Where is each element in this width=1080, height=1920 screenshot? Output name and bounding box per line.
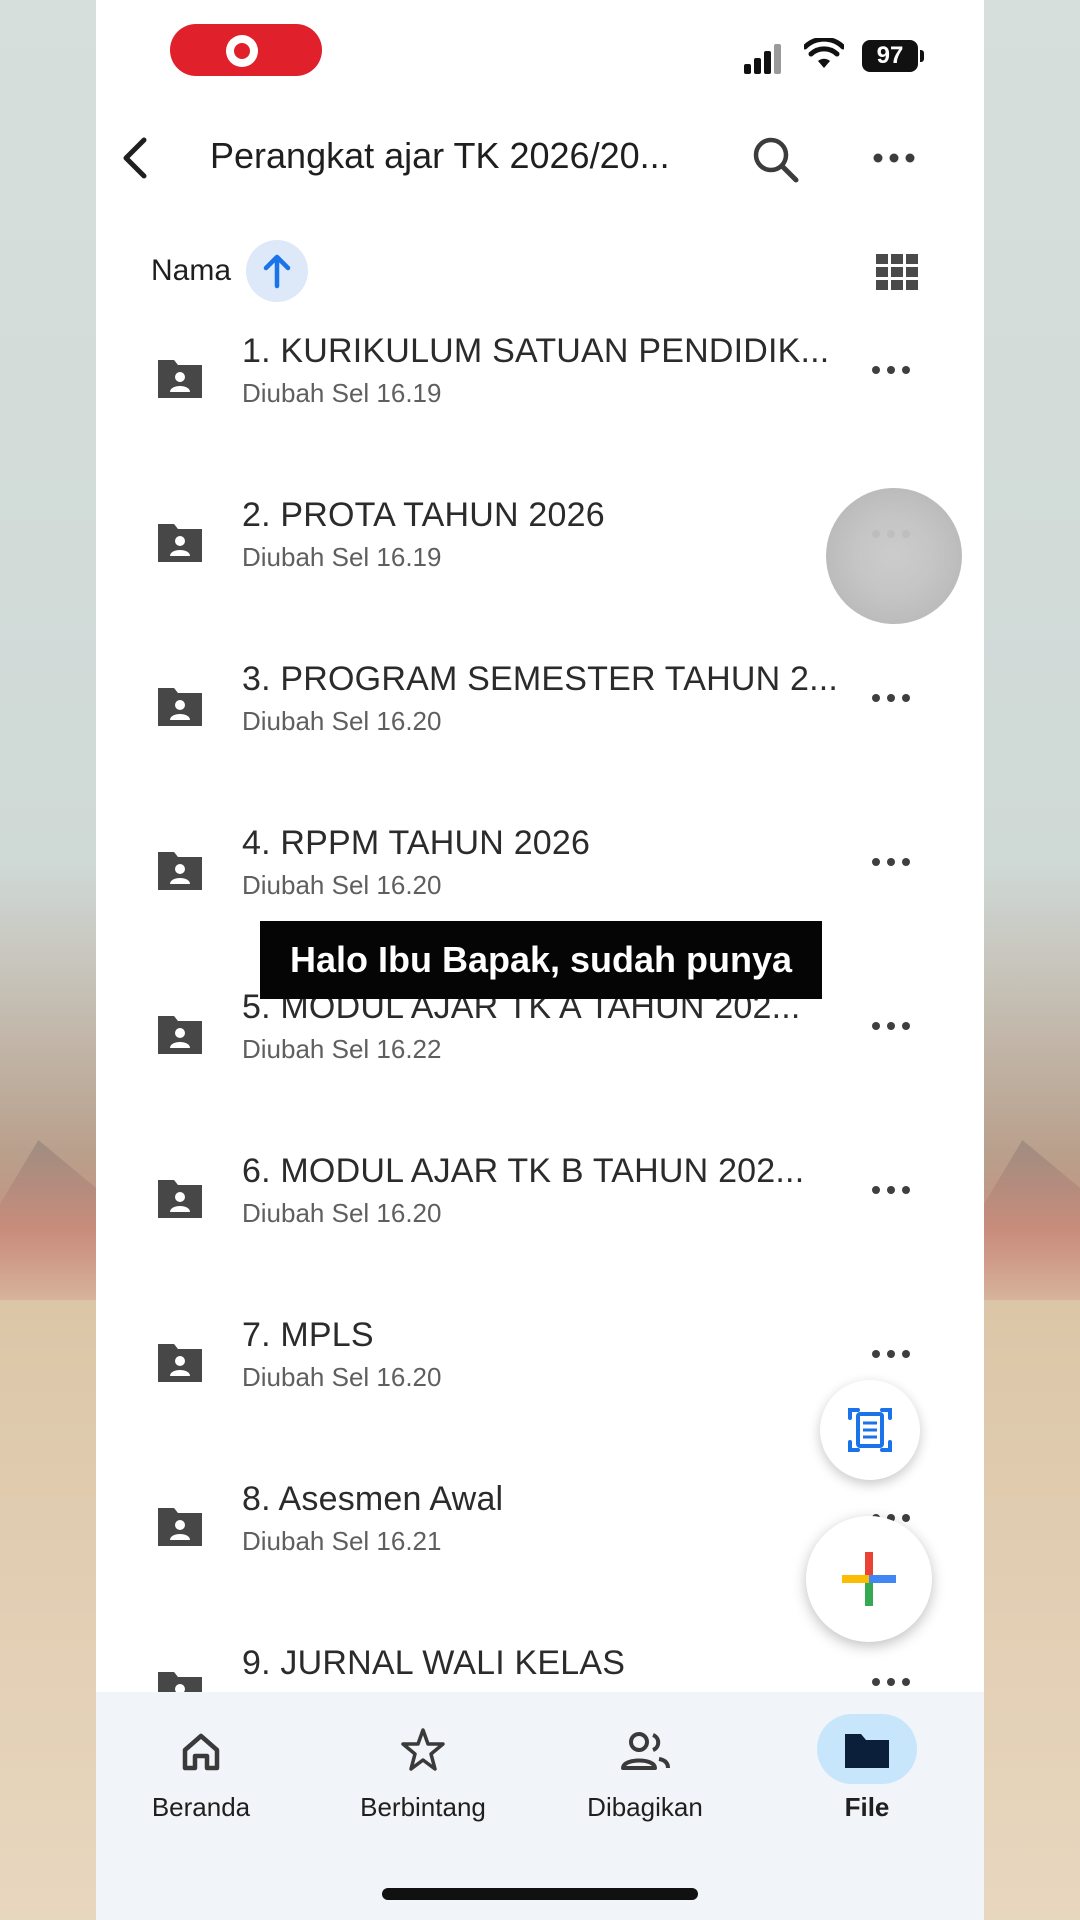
search-icon[interactable] xyxy=(746,130,806,190)
item-more-icon[interactable] xyxy=(866,1338,916,1368)
file-name: 4. RPPM TAHUN 2026 xyxy=(242,824,591,862)
more-options-icon[interactable] xyxy=(864,138,924,178)
bottom-navigation: Beranda Berbintang Dibagikan File xyxy=(96,1692,984,1920)
shared-folder-icon xyxy=(158,1508,202,1546)
arrow-up-icon xyxy=(263,254,291,289)
drive-app-screen: 97 Perangkat ajar TK 2026/20... Nama 1. … xyxy=(96,0,984,1920)
shared-folder-icon xyxy=(158,1344,202,1382)
sort-direction-button[interactable] xyxy=(246,240,308,302)
file-row[interactable]: 3. PROGRAM SEMESTER TAHUN 2... Diubah Sel… xyxy=(96,646,984,810)
sort-label[interactable]: Nama xyxy=(151,254,231,288)
shared-folder-icon xyxy=(158,360,202,398)
nav-label: Beranda xyxy=(151,1792,251,1822)
item-more-icon[interactable] xyxy=(866,1174,916,1204)
record-icon xyxy=(226,35,258,67)
grid-view-icon[interactable] xyxy=(876,254,920,290)
shared-folder-icon xyxy=(158,1016,202,1054)
status-bar: 97 xyxy=(96,0,984,100)
nav-shared[interactable]: Dibagikan xyxy=(545,1714,745,1854)
touch-indicator xyxy=(826,488,962,624)
scan-button[interactable] xyxy=(820,1380,920,1480)
file-name: 2. PROTA TAHUN 2026 xyxy=(242,496,605,534)
file-modified: Diubah Sel 16.20 xyxy=(242,1198,442,1228)
signal-icon xyxy=(744,40,784,74)
people-icon xyxy=(621,1732,670,1770)
file-modified: Diubah Sel 16.21 xyxy=(242,1526,442,1556)
file-row[interactable]: 1. KURIKULUM SATUAN PENDIDIK... Diubah Se… xyxy=(96,318,984,482)
folder-icon xyxy=(845,1734,889,1768)
file-name: 1. KURIKULUM SATUAN PENDIDIK... xyxy=(242,332,830,370)
file-name: 6. MODUL AJAR TK B TAHUN 202... xyxy=(242,1152,805,1190)
background-left xyxy=(0,0,96,1920)
file-modified: Diubah Sel 16.19 xyxy=(242,542,442,572)
item-more-icon[interactable] xyxy=(866,1010,916,1040)
file-modified: Diubah Sel 16.20 xyxy=(242,870,442,900)
nav-home[interactable]: Beranda xyxy=(101,1714,301,1854)
file-name: 8. Asesmen Awal xyxy=(242,1480,504,1518)
star-icon xyxy=(401,1728,445,1771)
shared-folder-icon xyxy=(158,852,202,890)
shared-folder-icon xyxy=(158,524,202,562)
item-more-icon[interactable] xyxy=(866,354,916,384)
wifi-icon xyxy=(804,38,844,68)
battery-indicator: 97 xyxy=(862,40,924,72)
nav-label: Berbintang xyxy=(360,1792,486,1822)
nav-starred[interactable]: Berbintang xyxy=(323,1714,523,1854)
plus-icon xyxy=(842,1552,896,1606)
shared-folder-icon xyxy=(158,688,202,726)
file-name: 9. JURNAL WALI KELAS xyxy=(242,1644,626,1682)
nav-label: File xyxy=(844,1792,890,1822)
scan-document-icon xyxy=(848,1408,892,1452)
file-name: 3. PROGRAM SEMESTER TAHUN 2... xyxy=(242,660,839,698)
shared-folder-icon xyxy=(158,1180,202,1218)
file-modified: Diubah Sel 16.20 xyxy=(242,706,442,736)
new-button[interactable] xyxy=(806,1516,932,1642)
background-right xyxy=(984,0,1080,1920)
file-modified: Diubah Sel 16.20 xyxy=(242,1362,442,1392)
nav-label: Dibagikan xyxy=(587,1792,703,1822)
nav-files[interactable]: File xyxy=(767,1714,967,1854)
file-modified: Diubah Sel 16.22 xyxy=(242,1034,442,1064)
video-caption: Halo Ibu Bapak, sudah punya xyxy=(260,921,822,999)
file-row[interactable]: 6. MODUL AJAR TK B TAHUN 202... Diubah Se… xyxy=(96,1138,984,1302)
item-more-icon[interactable] xyxy=(866,682,916,712)
folder-title: Perangkat ajar TK 2026/20... xyxy=(210,135,670,176)
item-more-icon[interactable] xyxy=(866,846,916,876)
home-indicator xyxy=(382,1888,698,1900)
file-name: 7. MPLS xyxy=(242,1316,374,1354)
back-arrow-icon[interactable] xyxy=(108,128,168,188)
home-icon xyxy=(182,1733,220,1771)
file-modified: Diubah Sel 16.19 xyxy=(242,378,442,408)
